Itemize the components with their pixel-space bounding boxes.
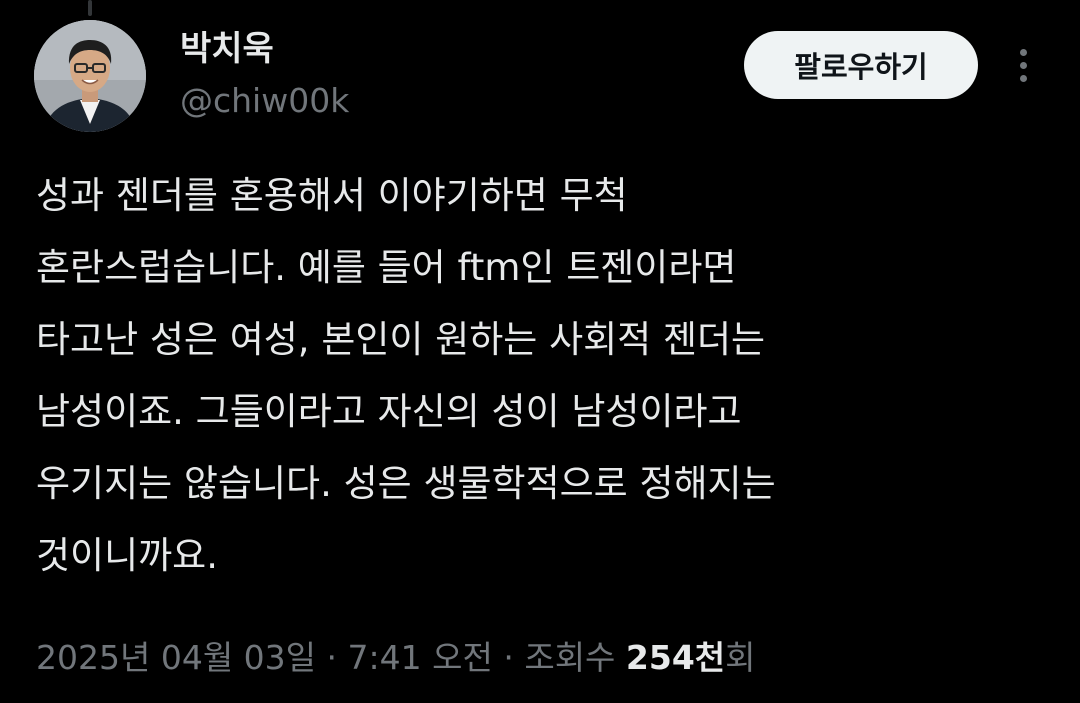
profile-photo-icon (34, 20, 146, 132)
tweet-text-line: 남성이죠. 그들이라고 자신의 성이 남성이라고 (36, 390, 742, 433)
views-count[interactable]: 254천 (626, 638, 725, 677)
follow-button[interactable]: 팔로우하기 (744, 31, 978, 99)
more-dot (1019, 74, 1027, 82)
author-display-name[interactable]: 박치욱 (180, 28, 274, 70)
tweet-date[interactable]: 2025년 04월 03일 (36, 638, 316, 677)
tweet-text-line: 타고난 성은 여성, 본인이 원하는 사회적 젠더는 (36, 318, 766, 361)
more-vertical-icon[interactable] (1006, 40, 1040, 90)
meta-separator: · (492, 638, 525, 677)
tweet-text: 성과 젠더를 혼용해서 이야기하면 무척 혼란스럽습니다. 예를 들어 ftm인… (36, 160, 1046, 592)
author-handle[interactable]: @chiw00k (180, 80, 349, 122)
more-dot (1019, 48, 1027, 56)
views-label: 조회수 (524, 638, 626, 677)
thread-connector-line (88, 0, 92, 16)
meta-separator: · (316, 638, 348, 677)
tweet-time[interactable]: 7:41 오전 (348, 638, 493, 677)
views-suffix: 회 (725, 638, 756, 677)
tweet-text-line: 혼란스럽습니다. 예를 들어 ftm인 트젠이라면 (36, 246, 737, 289)
more-dot (1019, 61, 1027, 69)
avatar[interactable] (34, 20, 146, 132)
tweet-metadata: 2025년 04월 03일 · 7:41 오전 · 조회수 254천회 (36, 636, 756, 680)
tweet-text-line: 우기지는 않습니다. 성은 생물학적으로 정해지는 (36, 462, 776, 505)
tweet-text-line: 것이니까요. (36, 534, 218, 577)
tweet-text-line: 성과 젠더를 혼용해서 이야기하면 무척 (36, 174, 628, 217)
